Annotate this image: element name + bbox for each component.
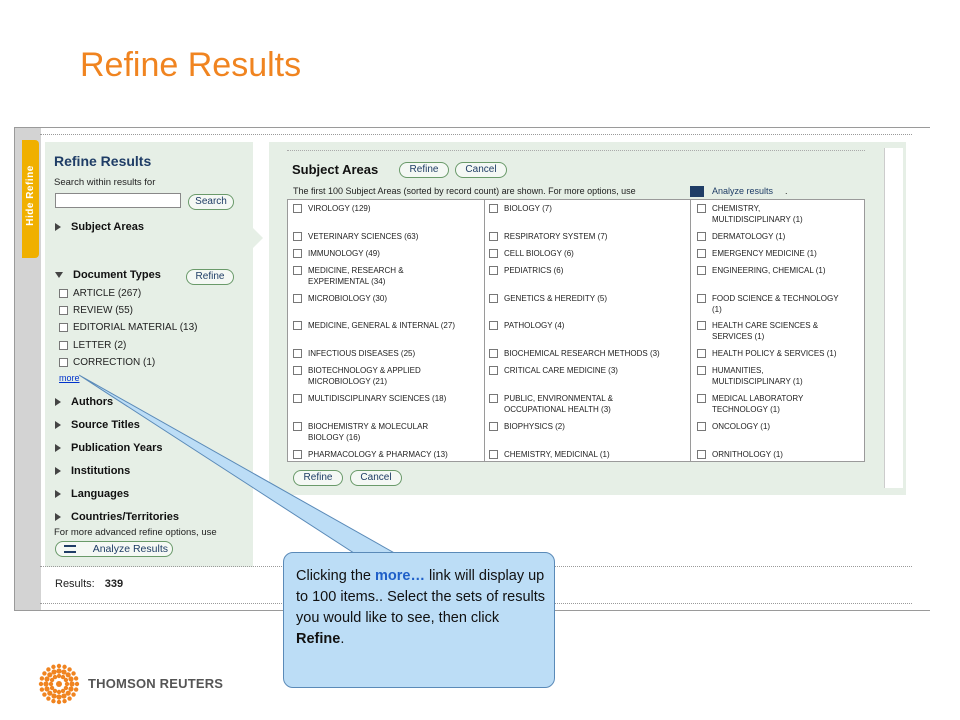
callout-text: Clicking the more… link will display up … (296, 568, 546, 647)
logo-text: THOMSON REUTERS (88, 676, 224, 691)
thomson-reuters-logo-icon (38, 663, 80, 705)
